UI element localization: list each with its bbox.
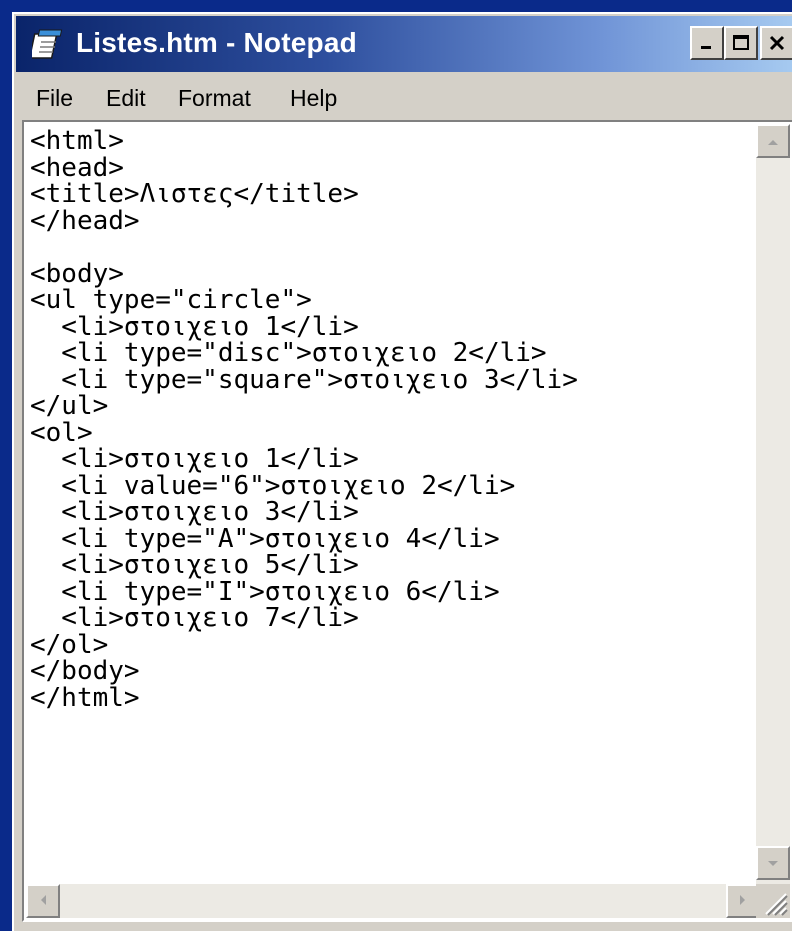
code-line: <li type="I">στοιχειο 6</li> — [30, 576, 500, 607]
code-line: <li>στοιχειο 1</li> — [30, 444, 359, 474]
vertical-scrollbar[interactable] — [756, 124, 790, 884]
code-line: <html> — [30, 126, 124, 156]
code-line: <li>στοιχειο 3</li> — [30, 497, 359, 527]
text-editor[interactable]: <html> <head> <title>Λιστες</title> </head>… — [22, 120, 792, 922]
down-arrow-icon — [766, 854, 780, 873]
scroll-up-button[interactable] — [756, 124, 790, 158]
menu-help[interactable]: Help — [290, 84, 337, 112]
close-icon — [768, 34, 786, 52]
menu-file[interactable]: File — [36, 84, 73, 112]
code-line: <li type="A">στοιχειο 4</li> — [30, 523, 500, 554]
code-line: </head> — [30, 205, 140, 236]
menu-bar: File Edit Format Help — [16, 76, 792, 118]
scroll-right-button[interactable] — [726, 884, 760, 918]
code-line: </ol> — [30, 629, 109, 660]
minimize-button[interactable] — [690, 26, 724, 60]
code-line: <title>Λιστες</title> — [30, 179, 359, 209]
code-line: </ul> — [30, 391, 109, 421]
code-line: <li>στοιχειο 1</li> — [30, 311, 359, 342]
menu-edit[interactable]: Edit — [106, 84, 146, 112]
code-line: <li>στοιχειο 7</li> — [30, 603, 359, 633]
resize-grip-icon — [756, 893, 790, 922]
menu-format[interactable]: Format — [178, 84, 251, 112]
window-title: Listes.htm - Notepad — [76, 27, 357, 58]
code-line: <body> — [30, 258, 124, 289]
maximize-icon — [732, 34, 750, 52]
code-line: <head> — [30, 152, 124, 183]
scroll-down-button[interactable] — [756, 846, 790, 880]
code-line: <li type="square">στοιχειο 3</li> — [30, 364, 578, 395]
code-line: <li value="6">στοιχειο 2</li> — [30, 470, 516, 501]
code-line: </body> — [30, 656, 140, 686]
minimize-icon — [699, 35, 715, 51]
code-line: <li>στοιχειο 5</li> — [30, 550, 359, 580]
scroll-left-button[interactable] — [26, 884, 60, 918]
code-line: <ol> — [30, 417, 93, 448]
horizontal-scrollbar[interactable] — [26, 884, 760, 918]
notepad-icon[interactable] — [28, 28, 66, 60]
resize-grip[interactable] — [756, 884, 790, 918]
left-arrow-icon — [38, 892, 48, 911]
right-arrow-icon — [738, 892, 748, 911]
notepad-window: Listes.htm - Notepad File Edit Format He… — [12, 12, 792, 931]
maximize-button[interactable] — [724, 26, 758, 60]
code-line: </html> — [30, 682, 140, 713]
up-arrow-icon — [766, 132, 780, 151]
code-line: <li type="disc">στοιχειο 2</li> — [30, 338, 547, 368]
editor-text-area[interactable]: <html> <head> <title>Λιστες</title> </head>… — [26, 124, 756, 874]
title-bar[interactable]: Listes.htm - Notepad — [16, 16, 792, 72]
code-line: <ul type="circle"> — [30, 285, 312, 315]
close-button[interactable] — [760, 26, 792, 60]
